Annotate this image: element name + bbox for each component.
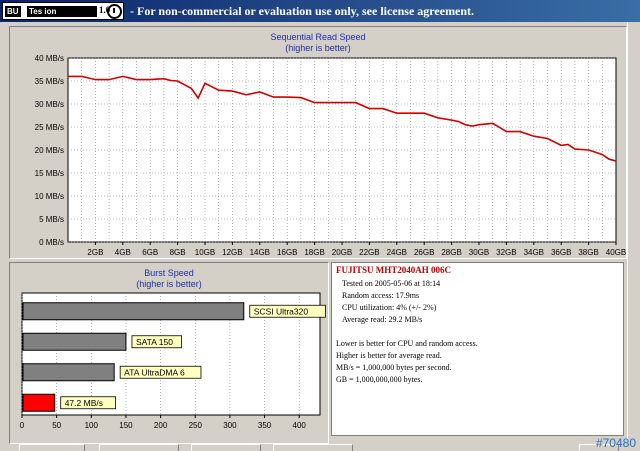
- bottom-tab-2[interactable]: [99, 444, 179, 451]
- read-x-tick-label: 24GB: [387, 248, 407, 257]
- read-y-tick-label: 0 MB/s: [39, 238, 64, 247]
- title-masked: Tes ion: [27, 6, 97, 17]
- burst-bar: [22, 393, 56, 412]
- note-higher-better: Higher is better for average read.: [336, 351, 442, 360]
- tested-date: Tested on 2005-05-06 at 18:14: [342, 279, 441, 288]
- average-read: Average read: 29.2 MB/s: [342, 315, 423, 324]
- read-y-tick-label: 15 MB/s: [35, 169, 64, 178]
- drive-model: FUJITSU MHT2040AH 006C: [336, 265, 452, 275]
- drive-info-panel: FUJITSU MHT2040AH 006C Tested on 2005-05…: [331, 262, 624, 436]
- read-y-tick-label: 40 MB/s: [35, 54, 64, 63]
- bottom-tab-1[interactable]: [19, 444, 85, 451]
- read-y-tick-label: 30 MB/s: [35, 100, 64, 109]
- window-right-edge: [627, 22, 640, 442]
- read-x-tick-label: 6GB: [142, 248, 158, 257]
- read-y-tick-label: 5 MB/s: [39, 215, 64, 224]
- bottom-tab-3[interactable]: [191, 444, 261, 451]
- window-title: - For non-commercial or evaluation use o…: [130, 3, 475, 18]
- read-x-tick-label: 30GB: [469, 248, 489, 257]
- burst-x-tick-label: 50: [52, 421, 61, 430]
- burst-x-tick-label: 100: [85, 421, 99, 430]
- read-x-tick-label: 34GB: [524, 248, 544, 257]
- burst-bar-label: SATA 150: [136, 337, 173, 347]
- read-x-tick-label: 14GB: [250, 248, 270, 257]
- burst-x-tick-label: 0: [20, 421, 25, 430]
- burst-x-tick-label: 300: [223, 421, 237, 430]
- note-gb: GB = 1,000,000,000 bytes.: [336, 375, 423, 384]
- cpu-utilization: CPU utilization: 4% (+/- 2%): [342, 303, 437, 312]
- read-x-tick-label: 26GB: [414, 248, 434, 257]
- burst-x-tick-label: 200: [154, 421, 168, 430]
- burst-x-tick-label: 150: [119, 421, 133, 430]
- read-x-tick-label: 16GB: [277, 248, 297, 257]
- read-x-tick-label: 28GB: [441, 248, 461, 257]
- burst-bar: [22, 332, 127, 351]
- read-x-tick-label: 38GB: [578, 248, 598, 257]
- burst-x-tick-label: 250: [189, 421, 203, 430]
- read-x-tick-label: 20GB: [332, 248, 352, 257]
- read-x-tick-label: 10GB: [195, 248, 215, 257]
- read-y-tick-label: 20 MB/s: [35, 146, 64, 155]
- read-y-tick-label: 10 MB/s: [35, 192, 64, 201]
- clock-icon: [107, 4, 122, 19]
- read-x-tick-label: 12GB: [222, 248, 242, 257]
- watermark: #70480: [595, 436, 636, 450]
- burst-speed-chart: 0 50 100 150 200 250 300 350 400 SCSI Ultra320 SAT…: [20, 292, 326, 430]
- burst-speed-panel: Burst Speed (higher is better) 0 50 100 150…: [9, 262, 329, 444]
- bottom-tab-strip[interactable]: [19, 444, 619, 451]
- read-x-tick-label: 22GB: [359, 248, 379, 257]
- note-lower-better: Lower is better for CPU and random acces…: [336, 339, 478, 348]
- burst-bar-label: ATA UltraDMA 6: [124, 367, 185, 377]
- app-logo: BU Tes ion 1.0: [2, 2, 124, 20]
- read-y-tick-label: 35 MB/s: [35, 77, 64, 86]
- burst-bar-label: SCSI Ultra320: [254, 306, 309, 316]
- random-access: Random access: 17.9ms: [342, 291, 420, 300]
- read-x-tick-label: 32GB: [496, 248, 516, 257]
- note-mbs: MB/s = 1,000,000 bytes per second.: [336, 363, 452, 372]
- read-speed-chart: 0 MB/s 5 MB/s 10 MB/s 15 MB/s 20 MB/s 25 MB/s…: [35, 54, 627, 257]
- read-x-tick-label: 8GB: [170, 248, 186, 257]
- read-x-tick-label: 2GB: [87, 248, 103, 257]
- burst-bar: [22, 363, 115, 382]
- bottom-tab-4[interactable]: [273, 444, 353, 451]
- read-x-tick-label: 18GB: [304, 248, 324, 257]
- burst-x-tick-label: 400: [293, 421, 307, 430]
- read-y-tick-label: 25 MB/s: [35, 123, 64, 132]
- title-bar: BU Tes ion 1.0 - For non-commercial or e…: [0, 0, 640, 22]
- burst-bar: [22, 302, 245, 321]
- burst-bar-label: 47.2 MB/s: [65, 398, 103, 408]
- burst-x-tick-label: 350: [258, 421, 272, 430]
- read-x-tick-label: 40GB: [606, 248, 626, 257]
- title-badge: BU: [5, 6, 21, 17]
- read-speed-panel: Sequential Read Speed (higher is better)…: [9, 26, 627, 259]
- read-x-tick-label: 36GB: [551, 248, 571, 257]
- read-x-tick-label: 4GB: [115, 248, 131, 257]
